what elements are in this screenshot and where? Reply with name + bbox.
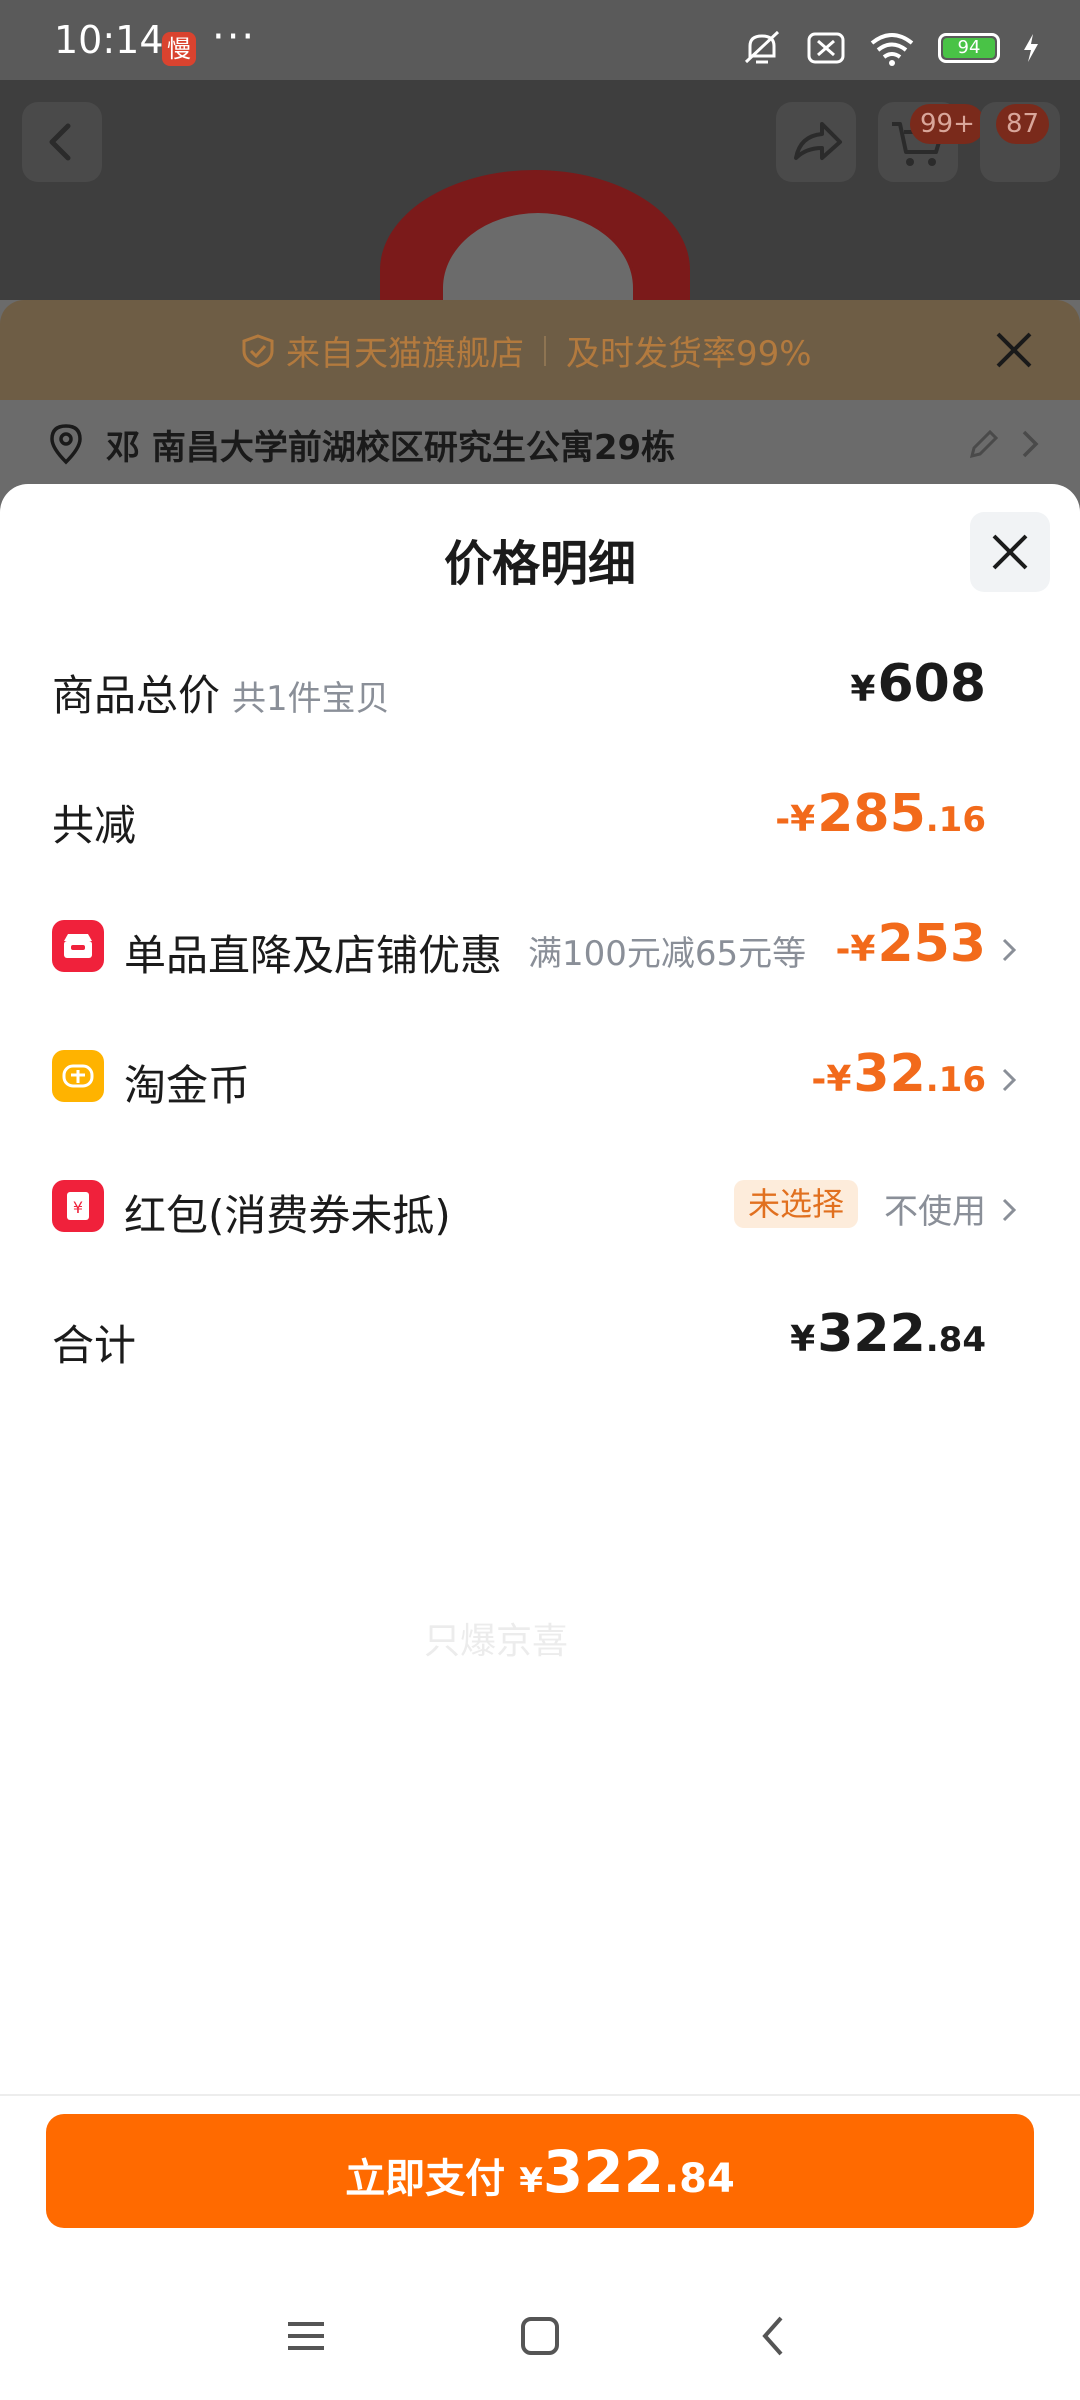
unselected-badge: 未选择 <box>733 1180 858 1228</box>
home-nav-button[interactable] <box>510 2306 570 2366</box>
status-icons: 94 <box>740 26 1040 70</box>
sum-int: 322 <box>817 1304 926 1364</box>
back-icon <box>762 2316 783 2356</box>
chevron-right-icon <box>1022 430 1039 458</box>
message-badge: 87 <box>996 104 1050 144</box>
menu-icon <box>288 2322 324 2350</box>
coins-value: -¥ 32.16 <box>811 1044 986 1104</box>
sum-currency: ¥ <box>790 1319 816 1360</box>
chevron-right-icon <box>1002 1068 1017 1092</box>
shipping-notice: 来自天猫旗舰店 及时发货率99% <box>0 300 1080 400</box>
status-bar: 10:14 慢 ··· 94 <box>0 0 1080 80</box>
edit-icon[interactable] <box>964 424 1004 464</box>
battery-icon: 94 <box>938 33 1000 63</box>
row-redpacket[interactable]: ¥ 红包(消费券未抵) 未选择 不使用 <box>0 1154 1080 1254</box>
row-goods-total: 商品总价 共1件宝贝 ¥608 <box>0 634 1080 734</box>
back-button[interactable] <box>22 102 102 182</box>
price-detail-sheet: 价格明细 商品总价 共1件宝贝 ¥608 共减 -¥ 285.16 单品直降及店… <box>0 484 1080 2400</box>
mute-icon <box>744 30 780 64</box>
home-icon <box>521 2317 559 2355</box>
svg-text:¥: ¥ <box>73 1198 83 1217</box>
coins-dec: .16 <box>925 1060 986 1100</box>
pay-now-button[interactable]: 立即支付 ¥ 322 .84 <box>46 2114 1034 2228</box>
pay-currency: ¥ <box>519 2161 543 2201</box>
row-store-discount[interactable]: 单品直降及店铺优惠 满100元减65元等 -¥ 253 <box>0 894 1080 994</box>
status-time: 10:14 <box>54 18 164 62</box>
store-discount-label: 单品直降及店铺优惠 <box>124 931 503 980</box>
goods-total-int: 608 <box>877 654 986 714</box>
battery-level: 94 <box>957 37 981 58</box>
chevron-right-icon <box>1002 1198 1017 1222</box>
store-discount-value: -¥ 253 <box>835 914 986 974</box>
coins-label: 淘金币 <box>124 1061 251 1110</box>
discount-int: 285 <box>817 784 926 844</box>
location-pin-icon <box>50 424 82 465</box>
more-notifications-icon: ··· <box>212 14 257 60</box>
shield-icon <box>242 333 274 368</box>
notice-rate: 及时发货率99% <box>566 334 812 374</box>
menu-nav-button[interactable] <box>276 2306 336 2366</box>
sheet-title: 价格明细 <box>443 536 636 592</box>
sum-dec: .84 <box>925 1320 986 1360</box>
coins-int: 32 <box>853 1044 926 1104</box>
address-text: 邓 南昌大学前湖校区研究生公寓29栋 <box>106 428 676 468</box>
sum-label: 合计 <box>52 1321 137 1370</box>
discount-dec: .16 <box>925 800 986 840</box>
item-count: 共1件宝贝 <box>232 679 390 719</box>
store-discount-note: 满100元减65元等 <box>528 934 807 974</box>
row-sum: 合计 ¥322.84 <box>0 1284 1080 1384</box>
pay-label: 立即支付 <box>345 2156 506 2202</box>
address-bar[interactable]: 邓 南昌大学前湖校区研究生公寓29栋 <box>0 400 1080 484</box>
close-sheet-button[interactable] <box>970 512 1050 592</box>
discount-prefix: -¥ <box>775 799 816 840</box>
close-notice-icon[interactable] <box>992 328 1036 372</box>
coins-prefix: -¥ <box>811 1059 852 1100</box>
redpacket-icon: ¥ <box>52 1180 104 1232</box>
pay-amount-dec: .84 <box>663 2156 735 2202</box>
back-icon <box>49 123 71 161</box>
store-discount-int: 253 <box>877 914 986 974</box>
charging-icon <box>1024 34 1038 62</box>
currency-symbol: ¥ <box>850 669 876 710</box>
store-icon <box>52 920 104 972</box>
redpacket-label: 红包(消费券未抵) <box>124 1191 451 1240</box>
sim-off-icon <box>807 32 845 64</box>
share-button[interactable] <box>776 102 856 182</box>
goods-total-label: 商品总价 共1件宝贝 <box>52 662 390 723</box>
sum-value: ¥322.84 <box>790 1304 986 1364</box>
goods-total-value: ¥608 <box>850 654 986 714</box>
chevron-right-icon <box>1002 938 1017 962</box>
discount-label: 共减 <box>52 801 137 850</box>
notice-source: 来自天猫旗舰店 <box>286 334 524 374</box>
discount-value: -¥ 285.16 <box>775 784 986 844</box>
watermark: 只爆京喜 <box>424 1621 569 1662</box>
app-notification-icon: 慢 <box>162 32 196 66</box>
row-taojinbi[interactable]: 淘金币 -¥ 32.16 <box>0 1024 1080 1124</box>
close-icon <box>992 534 1028 570</box>
share-icon <box>794 122 842 160</box>
cart-badge: 99+ <box>910 104 985 144</box>
system-nav-bar <box>0 2270 1080 2400</box>
notice-divider <box>544 335 546 366</box>
row-total-discount: 共减 -¥ 285.16 <box>0 764 1080 864</box>
coin-icon <box>52 1050 104 1102</box>
store-discount-prefix: -¥ <box>835 929 876 970</box>
not-use-text: 不使用 <box>884 1192 986 1232</box>
wifi-icon <box>870 33 914 66</box>
back-nav-button[interactable] <box>744 2306 804 2366</box>
goods-total-title: 商品总价 <box>52 671 221 720</box>
pay-amount-int: 322 <box>542 2138 664 2206</box>
footer-divider <box>0 2094 1080 2096</box>
